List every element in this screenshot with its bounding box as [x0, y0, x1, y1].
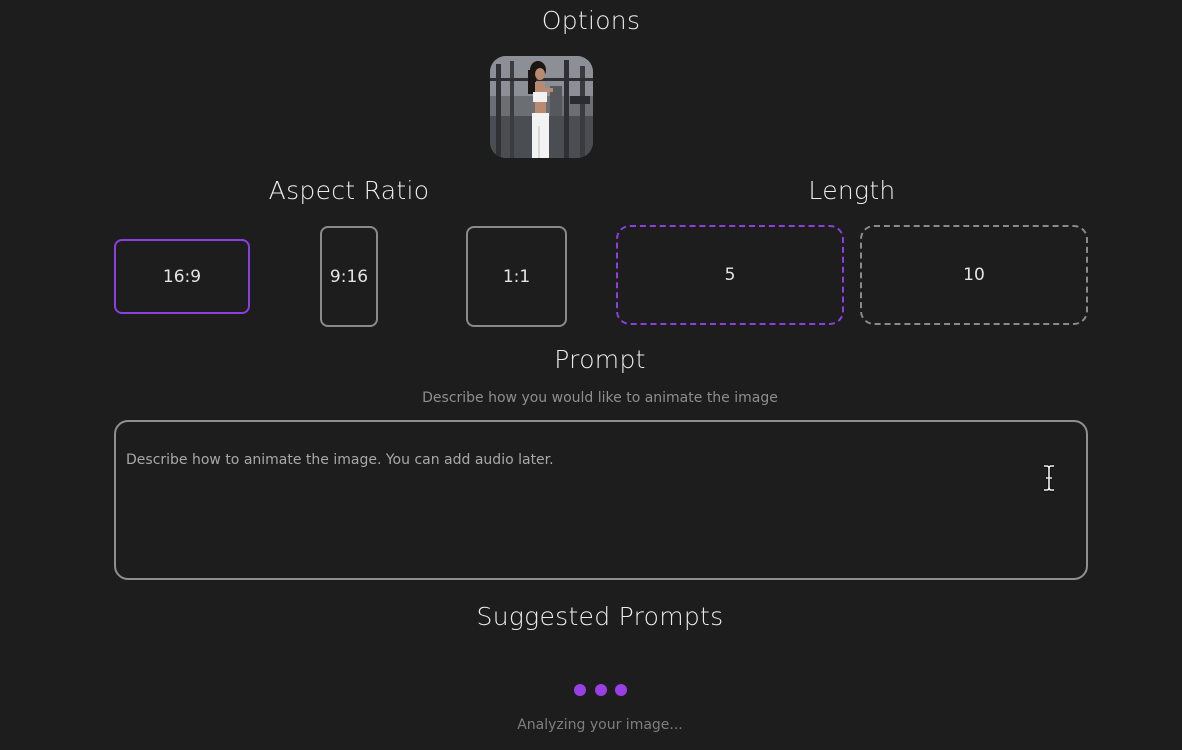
loading-dot	[595, 684, 607, 696]
loading-dot	[615, 684, 627, 696]
loading-dot	[574, 684, 586, 696]
prompt-textarea[interactable]	[124, 450, 1028, 564]
loading-dots-indicator	[571, 683, 633, 697]
prompt-textarea-container[interactable]	[114, 420, 1088, 580]
prompt-subtitle: Describe how you would like to animate t…	[422, 390, 778, 406]
analyzing-status-text: Analyzing your image...	[517, 717, 683, 733]
length-10-option[interactable]: 10	[860, 225, 1088, 325]
suggested-prompts-title: Suggested Prompts	[476, 602, 724, 631]
gym-photo-image	[490, 56, 593, 158]
aspect-ratio-16-9-option[interactable]: 16:9	[114, 239, 250, 314]
aspect-ratio-9-16-option[interactable]: 9:16	[320, 226, 378, 327]
text-cursor-icon	[1040, 463, 1058, 493]
animation-options-panel: Options Aspect Ratio Length 16:9 9:16 1:…	[0, 0, 1182, 750]
options-title: Options	[541, 6, 641, 35]
aspect-ratio-1-1-option[interactable]: 1:1	[466, 226, 567, 327]
uploaded-image-thumbnail	[490, 56, 593, 158]
prompt-title: Prompt	[554, 345, 646, 374]
aspect-ratio-title: Aspect Ratio	[268, 176, 430, 205]
length-5-option[interactable]: 5	[616, 225, 844, 325]
length-title: Length	[808, 176, 896, 205]
